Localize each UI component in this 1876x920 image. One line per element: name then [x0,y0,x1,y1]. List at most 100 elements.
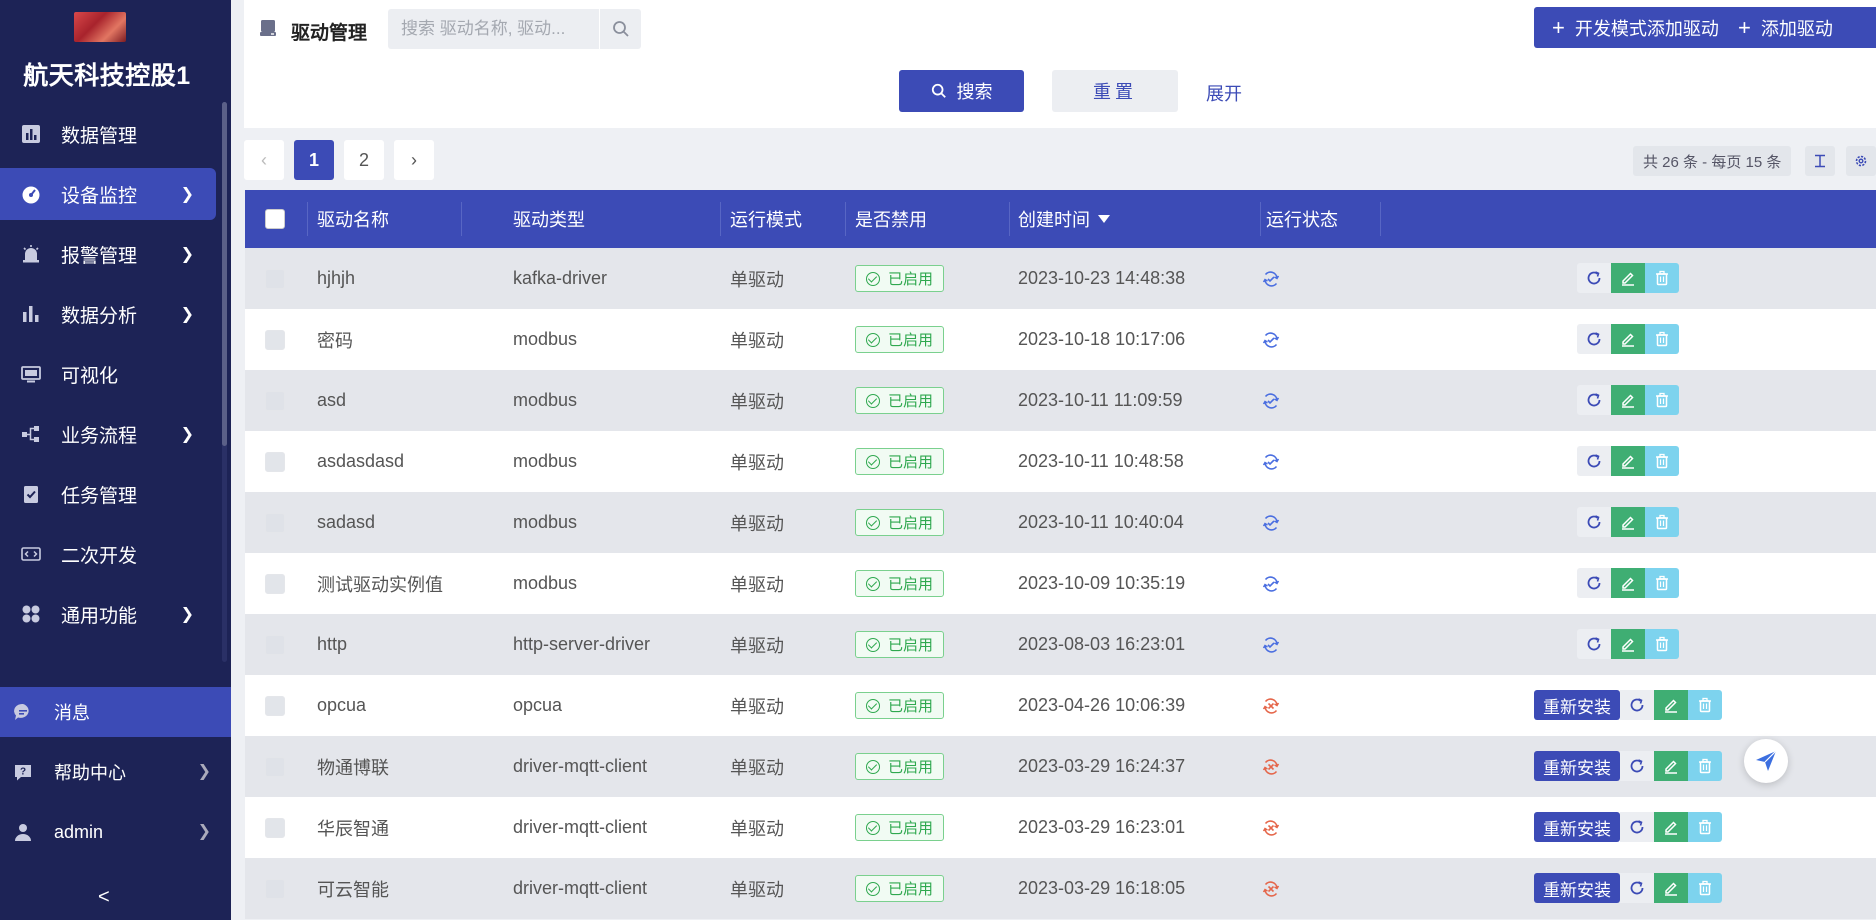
sidebar-item-1[interactable]: 设备监控 ❯ [0,168,216,220]
row-checkbox[interactable] [265,329,285,350]
table-row[interactable]: 可云智能 driver-mqtt-client 单驱动 已启用 2023-03-29 1… [245,858,1876,919]
table-row[interactable]: asd modbus 单驱动 已启用 2023-10-11 11:09:59 [245,370,1876,431]
sidebar-bottom-item-1[interactable]: ? 帮助中心 ❯ [0,747,231,797]
delete-button[interactable] [1688,873,1722,903]
delete-button[interactable] [1645,385,1679,415]
row-checkbox[interactable] [265,268,285,289]
edit-button[interactable] [1654,690,1688,720]
sidebar-bottom-item-2[interactable]: admin ❯ [0,807,231,857]
row-checkbox[interactable] [265,756,285,777]
delete-button[interactable] [1645,507,1679,537]
sidebar-bottom-item-0[interactable]: 消息 [0,687,231,737]
edit-button[interactable] [1654,873,1688,903]
row-checkbox[interactable] [265,878,285,899]
page-1-button[interactable]: 1 [294,140,334,180]
restart-button[interactable] [1577,385,1611,415]
delete-button[interactable] [1645,568,1679,598]
row-checkbox[interactable] [265,634,285,655]
prev-page-button[interactable]: ‹ [244,140,284,180]
sidebar-item-6[interactable]: 任务管理 [0,468,216,520]
floating-send-button[interactable] [1744,739,1788,783]
restart-button[interactable] [1577,507,1611,537]
restart-button[interactable] [1577,263,1611,293]
delete-button[interactable] [1645,629,1679,659]
sidebar-item-label: 任务管理 [61,485,138,507]
reinstall-button[interactable]: 重新安装 [1534,690,1620,720]
table-row[interactable]: hjhjh kafka-driver 单驱动 已启用 2023-10-23 14:48:… [245,248,1876,309]
reinstall-button[interactable]: 重新安装 [1534,812,1620,842]
driver-name: sadasd [317,512,376,532]
restart-button[interactable] [1620,690,1654,720]
sidebar-item-label: 数据管理 [61,125,138,147]
col-created-time[interactable]: 创建时间 [1018,190,1110,248]
row-checkbox[interactable] [265,451,285,472]
edit-button[interactable] [1611,629,1645,659]
settings-button[interactable] [1846,146,1876,176]
restart-button[interactable] [1620,873,1654,903]
restart-button[interactable] [1620,751,1654,781]
col-run-status: 运行状态 [1266,210,1338,230]
sidebar-item-5[interactable]: 业务流程 ❯ [0,408,216,460]
edit-button[interactable] [1611,324,1645,354]
delete-button[interactable] [1688,812,1722,842]
run-mode: 单驱动 [730,391,784,412]
sidebar-item-8[interactable]: 通用功能 ❯ [0,588,216,640]
trash-icon [1654,392,1670,408]
delete-button[interactable] [1645,324,1679,354]
page-2-button[interactable]: 2 [344,140,384,180]
edit-button[interactable] [1611,568,1645,598]
edit-button[interactable] [1611,263,1645,293]
table-row[interactable]: 密码 modbus 单驱动 已启用 2023-10-18 10:17:06 [245,309,1876,370]
reset-button[interactable]: 重置 [1052,70,1178,112]
bar-chart-icon [20,123,42,145]
restart-button[interactable] [1577,324,1611,354]
row-checkbox[interactable] [265,390,285,411]
table-row[interactable]: sadasd modbus 单驱动 已启用 2023-10-11 10:40:04 [245,492,1876,553]
column-height-button[interactable] [1805,146,1835,176]
search-input[interactable] [388,9,593,49]
expand-link[interactable]: 展开 [1206,80,1242,106]
table-row[interactable]: 测试驱动实例值 modbus 单驱动 已启用 2023-10-09 10:35:19 [245,553,1876,614]
restart-button[interactable] [1577,568,1611,598]
reinstall-button[interactable]: 重新安装 [1534,873,1620,903]
table-row[interactable]: http http-server-driver 单驱动 已启用 2023-08-03 1… [245,614,1876,675]
search-button[interactable]: 搜索 [899,70,1024,112]
delete-button[interactable] [1688,690,1722,720]
sidebar-item-7[interactable]: 二次开发 [0,528,216,580]
edit-button[interactable] [1654,812,1688,842]
collapse-sidebar-button[interactable]: < [98,886,110,909]
sidebar-item-4[interactable]: 可视化 [0,348,216,400]
select-all-checkbox[interactable] [265,209,285,229]
delete-button[interactable] [1688,751,1722,781]
restart-button[interactable] [1577,629,1611,659]
dev-mode-add-driver-button[interactable]: + 开发模式添加驱动 [1534,7,1737,48]
edit-button[interactable] [1611,446,1645,476]
table-row[interactable]: 华辰智通 driver-mqtt-client 单驱动 已启用 2023-03-29 1… [245,797,1876,858]
table-row[interactable]: opcua opcua 单驱动 已启用 2023-04-26 10:06:39 重新安装 [245,675,1876,736]
table-row[interactable]: asdasdasd modbus 单驱动 已启用 2023-10-11 10:48:58 [245,431,1876,492]
search-icon-button[interactable] [599,9,641,49]
delete-button[interactable] [1645,263,1679,293]
sidebar-item-3[interactable]: 数据分析 ❯ [0,288,216,340]
edit-button[interactable] [1611,507,1645,537]
driver-type: driver-mqtt-client [513,817,648,837]
status-badge: 已启用 [855,326,945,353]
restart-button[interactable] [1577,446,1611,476]
edit-button[interactable] [1611,385,1645,415]
sidebar-item-2[interactable]: 报警管理 ❯ [0,228,216,280]
sidebar-item-0[interactable]: 数据管理 [0,108,216,160]
table-row[interactable]: 物通博联 driver-mqtt-client 单驱动 已启用 2023-03-29 1… [245,736,1876,797]
reinstall-button[interactable]: 重新安装 [1534,751,1620,781]
row-checkbox[interactable] [265,573,285,594]
stopped-status-icon [1261,736,1281,797]
row-checkbox[interactable] [265,817,285,838]
delete-button[interactable] [1645,446,1679,476]
plus-icon: + [1552,14,1565,40]
restart-button[interactable] [1620,812,1654,842]
add-driver-button[interactable]: + 添加驱动 [1720,7,1876,48]
sidebar-scrollbar[interactable] [222,102,227,446]
row-checkbox[interactable] [265,695,285,716]
edit-button[interactable] [1654,751,1688,781]
row-checkbox[interactable] [265,512,285,533]
next-page-button[interactable]: › [394,140,434,180]
